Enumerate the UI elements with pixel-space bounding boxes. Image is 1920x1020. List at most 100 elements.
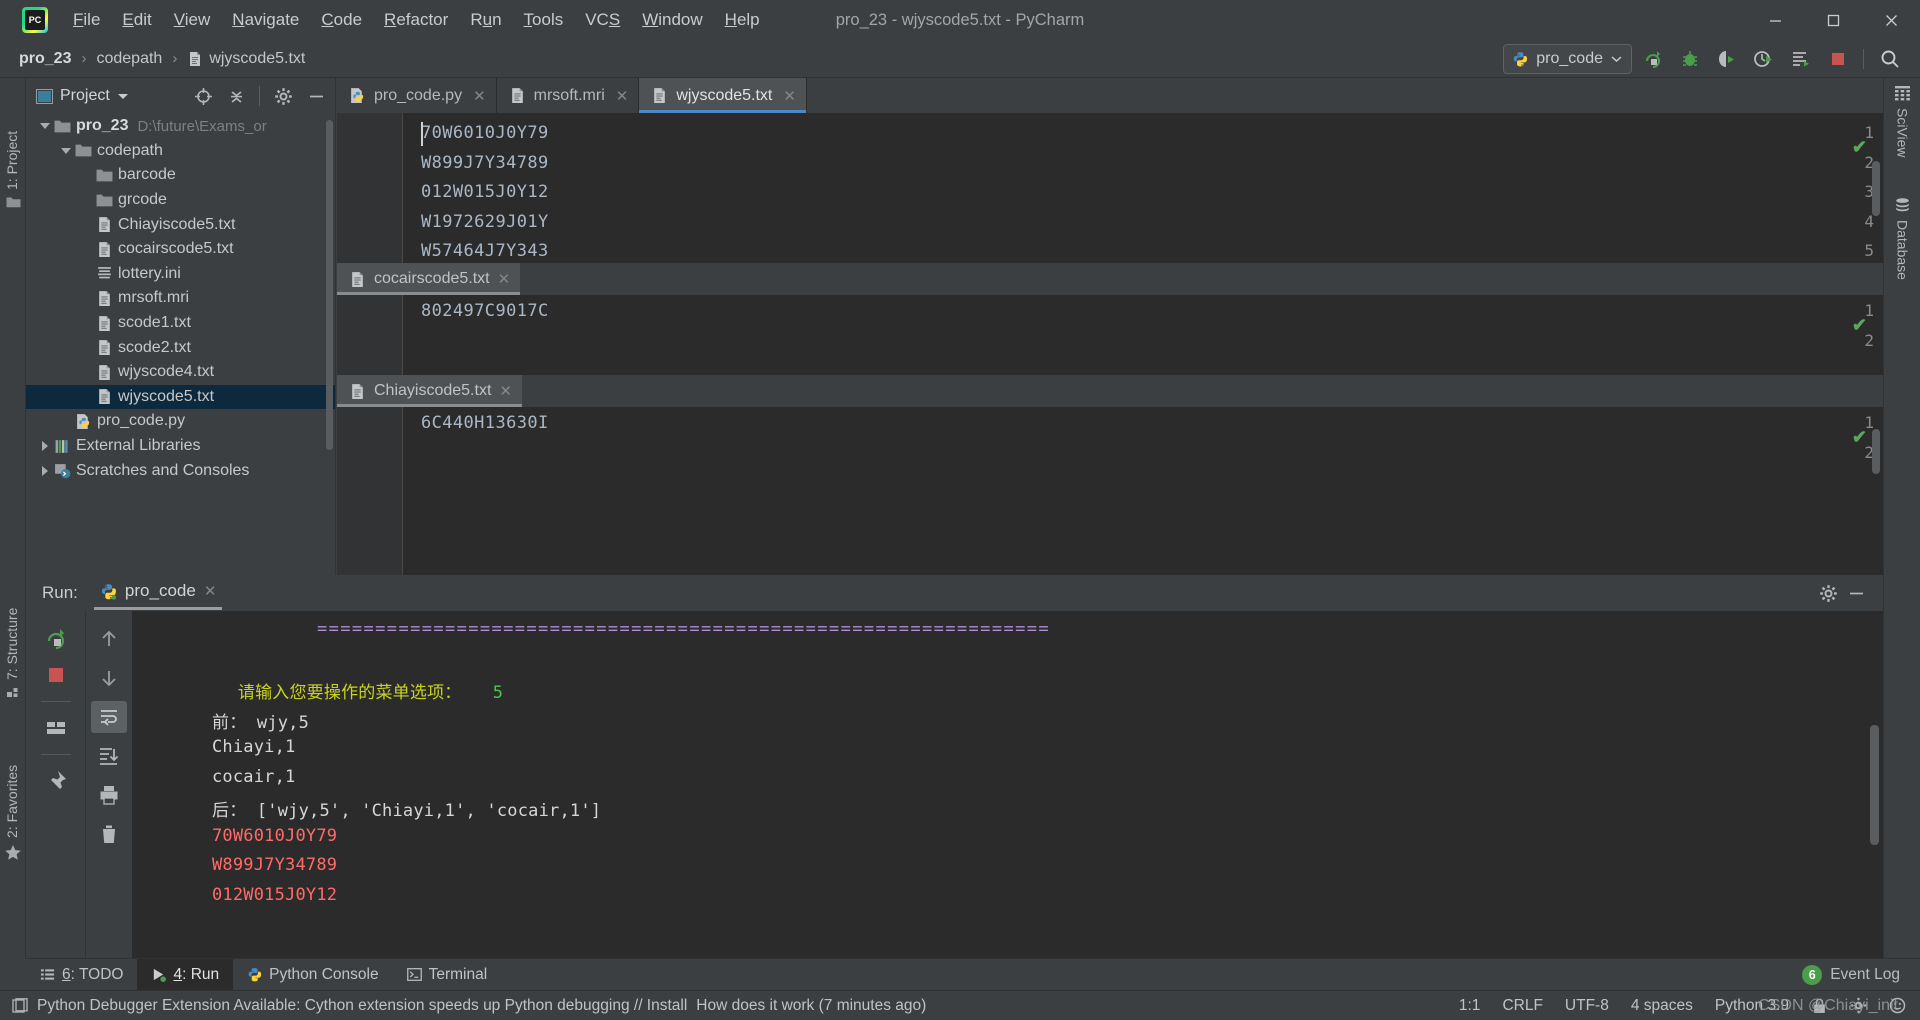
- tree-node-pro-23[interactable]: pro_23 D:\future\Exams_or: [26, 114, 335, 139]
- project-tree-scrollbar[interactable]: [326, 120, 333, 450]
- sidebar-item-database[interactable]: Database: [1884, 220, 1920, 312]
- sidebar-item-favorites[interactable]: 2: Favorites: [0, 722, 25, 838]
- gear-icon[interactable]: [270, 83, 296, 109]
- tool-tab-terminal[interactable]: Terminal: [393, 959, 502, 991]
- inspection-status-ok-icon[interactable]: ✔: [1852, 137, 1867, 158]
- inspection-status-ok-icon[interactable]: ✔: [1852, 315, 1867, 336]
- debug-button[interactable]: [1673, 44, 1706, 74]
- soft-wrap-button[interactable]: [91, 701, 127, 733]
- tree-node-grcode[interactable]: grcode: [26, 188, 335, 213]
- editor-tab-pro-code-py[interactable]: pro_code.py ✕: [337, 78, 497, 113]
- close-icon[interactable]: ✕: [499, 382, 512, 400]
- split-tab-cocairscode5[interactable]: cocairscode5.txt ✕: [337, 263, 521, 295]
- face-icon-wrap[interactable]: [1889, 997, 1906, 1014]
- close-icon[interactable]: ✕: [473, 87, 486, 105]
- editor-tab-wjyscode5-txt[interactable]: wjyscode5.txt ✕: [639, 78, 807, 113]
- tree-node-lottery-ini[interactable]: lottery.ini: [26, 262, 335, 287]
- status-link[interactable]: How does it work (7 minutes ago): [696, 997, 926, 1015]
- gear-icon[interactable]: [1815, 580, 1841, 606]
- tree-node-barcode[interactable]: barcode: [26, 163, 335, 188]
- chevron-down-icon[interactable]: [117, 92, 129, 101]
- status-item-utf-8[interactable]: UTF-8: [1565, 997, 1609, 1015]
- run-coverage-button[interactable]: [1710, 44, 1743, 74]
- run-tab-pro-code[interactable]: pro_code ✕: [93, 581, 223, 610]
- tree-node-mrsoft-mri[interactable]: mrsoft.mri: [26, 286, 335, 311]
- stop-button[interactable]: [1821, 44, 1854, 74]
- menu-item-run[interactable]: Run: [459, 7, 512, 33]
- project-tree[interactable]: pro_23 D:\future\Exams_or codepath barcode g…: [26, 114, 335, 575]
- hide-panel-button[interactable]: [1843, 580, 1869, 606]
- status-item-1-1[interactable]: 1:1: [1459, 997, 1481, 1015]
- status-item-crlf[interactable]: CRLF: [1502, 997, 1542, 1015]
- menu-item-tools[interactable]: Tools: [513, 7, 575, 33]
- layout-button[interactable]: [38, 712, 74, 744]
- clear-all-button[interactable]: [91, 818, 127, 850]
- editor-tab-mrsoft-mri[interactable]: mrsoft.mri ✕: [497, 78, 640, 113]
- menu-item-view[interactable]: View: [163, 7, 222, 33]
- hide-panel-button[interactable]: [303, 83, 329, 109]
- editor-text-area[interactable]: 1 70W6010J0Y79 2 W899J7Y34789 3 012W015J0Y12 4…: [337, 113, 1883, 263]
- tree-node-external-libraries[interactable]: External Libraries: [26, 434, 335, 459]
- run-configuration-selector[interactable]: pro_code: [1503, 43, 1632, 74]
- tree-twisty-right[interactable]: [36, 441, 54, 452]
- event-log-button[interactable]: 6 Event Log: [1802, 964, 1920, 985]
- tree-node-cocairscode5-txt[interactable]: cocairscode5.txt: [26, 237, 335, 262]
- editor-text-area[interactable]: 1 6C440H13630I 2 ✔: [337, 407, 1883, 575]
- menu-item-vcs[interactable]: VCS: [574, 7, 631, 33]
- close-icon[interactable]: ✕: [498, 270, 511, 288]
- breadcrumb-item-codepath[interactable]: codepath: [91, 48, 167, 70]
- menu-item-navigate[interactable]: Navigate: [221, 7, 310, 33]
- tool-tab-4--run[interactable]: 4: Run: [137, 958, 234, 991]
- editor-gutter[interactable]: [337, 295, 403, 375]
- split-tab-chiayiscode5[interactable]: Chiayiscode5.txt ✕: [337, 375, 522, 407]
- profile-button[interactable]: [1747, 44, 1780, 74]
- breadcrumb-item-wjyscode5-txt[interactable]: wjyscode5.txt: [182, 48, 310, 70]
- close-icon[interactable]: ✕: [616, 87, 629, 105]
- menu-item-file[interactable]: File: [62, 7, 111, 33]
- maximize-button[interactable]: [1804, 0, 1862, 40]
- tree-twisty-right[interactable]: [36, 465, 54, 476]
- editor-gutter[interactable]: [337, 113, 403, 263]
- cog-icon-wrap[interactable]: [1850, 997, 1867, 1014]
- tree-node-wjyscode4-txt[interactable]: wjyscode4.txt: [26, 360, 335, 385]
- sidebar-item-sciview[interactable]: SciView: [1884, 108, 1920, 186]
- scroll-from-source-button[interactable]: [190, 83, 216, 109]
- sidebar-item-structure[interactable]: 7: Structure: [0, 568, 25, 680]
- minimize-button[interactable]: [1746, 0, 1804, 40]
- menu-item-code[interactable]: Code: [310, 7, 373, 33]
- tool-tab-python-console[interactable]: Python Console: [233, 959, 392, 991]
- run-with-button[interactable]: [1784, 44, 1817, 74]
- tree-node-scode1-txt[interactable]: scode1.txt: [26, 311, 335, 336]
- stop-button[interactable]: [38, 659, 74, 691]
- console-scrollbar[interactable]: [1870, 725, 1879, 845]
- down-button[interactable]: [91, 662, 127, 694]
- menu-item-help[interactable]: Help: [714, 7, 771, 33]
- menu-item-edit[interactable]: Edit: [111, 7, 162, 33]
- tree-twisty-down[interactable]: [36, 123, 54, 130]
- scroll-to-end-button[interactable]: [91, 740, 127, 772]
- tree-node-codepath[interactable]: codepath: [26, 139, 335, 164]
- tree-node-pro-code-py[interactable]: pro_code.py: [26, 409, 335, 434]
- editor-gutter[interactable]: [337, 407, 403, 575]
- rerun-button[interactable]: [38, 623, 74, 655]
- status-item-python-3-9[interactable]: Python 3.9: [1715, 997, 1789, 1015]
- close-button[interactable]: [1862, 0, 1920, 40]
- close-icon[interactable]: ✕: [204, 582, 217, 600]
- close-icon[interactable]: ✕: [783, 87, 796, 105]
- search-everywhere-button[interactable]: [1873, 44, 1906, 74]
- collapse-all-button[interactable]: [223, 83, 249, 109]
- editor-scrollbar[interactable]: [1872, 161, 1880, 216]
- run-console-output[interactable]: ========================================…: [132, 611, 1883, 958]
- up-button[interactable]: [91, 623, 127, 655]
- lock-icon-wrap[interactable]: [1811, 997, 1828, 1014]
- menu-item-window[interactable]: Window: [631, 7, 713, 33]
- tree-node-scode2-txt[interactable]: scode2.txt: [26, 335, 335, 360]
- tree-node-chiayiscode5-txt[interactable]: Chiayiscode5.txt: [26, 212, 335, 237]
- tool-tab-6--todo[interactable]: 6: TODO: [26, 959, 137, 991]
- status-item-4-spaces[interactable]: 4 spaces: [1631, 997, 1693, 1015]
- breadcrumb-item-pro-23[interactable]: pro_23: [14, 48, 76, 70]
- tree-twisty-down[interactable]: [57, 147, 75, 154]
- inspection-status-ok-icon[interactable]: ✔: [1852, 427, 1867, 448]
- menu-item-refactor[interactable]: Refactor: [373, 7, 459, 33]
- tree-node-wjyscode5-txt[interactable]: wjyscode5.txt: [26, 384, 335, 410]
